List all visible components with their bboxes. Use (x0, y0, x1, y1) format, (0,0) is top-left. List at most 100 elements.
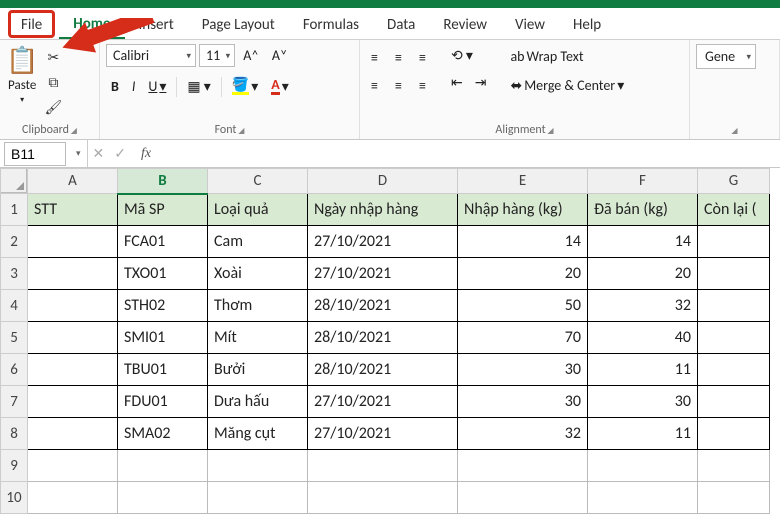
cell[interactable]: 11 (588, 418, 698, 450)
cell[interactable] (698, 258, 770, 290)
align-top-right-button[interactable]: ≡ (414, 44, 436, 70)
cell[interactable]: 27/10/2021 (308, 258, 458, 290)
row-header[interactable]: 1 (1, 194, 28, 226)
cell[interactable]: 32 (588, 290, 698, 322)
cell[interactable]: 30 (458, 354, 588, 386)
cell[interactable]: FDU01 (118, 386, 208, 418)
cell[interactable] (208, 482, 308, 514)
copy-icon[interactable]: ⧉ (42, 71, 64, 93)
tab-formulas[interactable]: Formulas (289, 10, 373, 38)
decrease-indent-button[interactable]: ⇤ (446, 71, 468, 94)
bold-button[interactable]: B (106, 75, 124, 98)
decrease-font-button[interactable]: A˅ (267, 44, 293, 67)
cell[interactable]: SMA02 (118, 418, 208, 450)
cell[interactable]: TBU01 (118, 354, 208, 386)
wrap-text-button[interactable]: ab Wrap Text (503, 44, 631, 69)
cell[interactable]: Măng cụt (208, 418, 308, 450)
row-header[interactable]: 9 (1, 450, 28, 482)
tab-data[interactable]: Data (373, 10, 429, 38)
cell[interactable] (698, 418, 770, 450)
cell[interactable]: STH02 (118, 290, 208, 322)
cell[interactable]: 27/10/2021 (308, 226, 458, 258)
cell[interactable] (698, 290, 770, 322)
cell[interactable]: FCA01 (118, 226, 208, 258)
column-header[interactable]: F (588, 169, 698, 194)
cell[interactable]: 11 (588, 354, 698, 386)
font-name-dropdown[interactable]: Calibri (106, 44, 196, 67)
cell[interactable] (698, 322, 770, 354)
cell[interactable]: 32 (458, 418, 588, 450)
borders-button[interactable]: ▦ ▾ (182, 75, 215, 98)
cell[interactable] (588, 450, 698, 482)
cell[interactable] (698, 386, 770, 418)
align-right-button[interactable]: ≡ (414, 72, 436, 98)
cell[interactable] (208, 450, 308, 482)
row-header[interactable]: 4 (1, 290, 28, 322)
cell[interactable]: 40 (588, 322, 698, 354)
cell[interactable] (698, 482, 770, 514)
italic-button[interactable]: I (127, 75, 141, 98)
cell[interactable]: 14 (588, 226, 698, 258)
chevron-down-icon[interactable]: ▾ (70, 148, 87, 159)
row-header[interactable]: 5 (1, 322, 28, 354)
cell[interactable]: Ngày nhập hàng (308, 194, 458, 226)
merge-center-button[interactable]: ⬌ Merge & Center ▾ (503, 73, 631, 98)
row-header[interactable]: 8 (1, 418, 28, 450)
cell[interactable] (28, 482, 118, 514)
tab-review[interactable]: Review (429, 10, 501, 38)
cell[interactable]: 28/10/2021 (308, 290, 458, 322)
cell[interactable] (118, 482, 208, 514)
row-header[interactable]: 10 (1, 482, 28, 514)
cancel-formula-icon[interactable]: ✕ (88, 142, 110, 165)
cell[interactable] (308, 450, 458, 482)
font-size-dropdown[interactable]: 11 (199, 44, 235, 67)
cell[interactable] (28, 450, 118, 482)
align-center-button[interactable]: ≡ (390, 72, 412, 98)
cell[interactable] (28, 258, 118, 290)
cell[interactable]: 70 (458, 322, 588, 354)
cell[interactable] (28, 386, 118, 418)
cell[interactable]: 20 (588, 258, 698, 290)
orientation-button[interactable]: ⟲ ▾ (446, 44, 491, 67)
cell[interactable]: 28/10/2021 (308, 322, 458, 354)
cell[interactable]: 50 (458, 290, 588, 322)
column-header[interactable]: E (458, 169, 588, 194)
tab-file[interactable]: File (8, 10, 55, 38)
cell[interactable]: SMI01 (118, 322, 208, 354)
font-color-button[interactable]: A ▾ (266, 75, 294, 98)
cell[interactable] (28, 418, 118, 450)
cell[interactable] (698, 226, 770, 258)
cell[interactable]: 28/10/2021 (308, 354, 458, 386)
cell[interactable]: Thơm (208, 290, 308, 322)
format-painter-icon[interactable]: 🖌 (42, 96, 64, 118)
cell[interactable] (28, 290, 118, 322)
cut-icon[interactable]: ✂ (42, 46, 64, 68)
row-header[interactable]: 3 (1, 258, 28, 290)
align-top-left-button[interactable]: ≡ (366, 44, 388, 70)
row-header[interactable]: 2 (1, 226, 28, 258)
cell[interactable]: TXO01 (118, 258, 208, 290)
cell[interactable]: Còn lại ( (698, 194, 770, 226)
grid[interactable]: ABCDEFG1STTMã SPLoại quảNgày nhập hàngNh… (0, 168, 770, 514)
cell[interactable] (698, 450, 770, 482)
name-box[interactable] (4, 142, 66, 166)
column-header[interactable]: G (698, 169, 770, 194)
cell[interactable]: Đã bán (kg) (588, 194, 698, 226)
column-header[interactable]: C (208, 169, 308, 194)
cell[interactable] (28, 322, 118, 354)
row-header[interactable]: 6 (1, 354, 28, 386)
cell[interactable] (28, 354, 118, 386)
select-all-button[interactable] (1, 169, 27, 193)
increase-font-button[interactable]: A˄ (238, 44, 264, 67)
paste-icon[interactable]: 📋 (6, 44, 38, 76)
cell[interactable]: Xoài (208, 258, 308, 290)
paste-label[interactable]: Paste (8, 78, 36, 93)
column-header[interactable]: A (28, 169, 118, 194)
cell[interactable]: Cam (208, 226, 308, 258)
align-top-center-button[interactable]: ≡ (390, 44, 412, 70)
fill-color-button[interactable]: 🪣 ▾ (227, 75, 263, 98)
tab-page-layout[interactable]: Page Layout (188, 10, 289, 38)
cell[interactable]: Mã SP (118, 194, 208, 226)
row-header[interactable]: 7 (1, 386, 28, 418)
cell[interactable]: 20 (458, 258, 588, 290)
